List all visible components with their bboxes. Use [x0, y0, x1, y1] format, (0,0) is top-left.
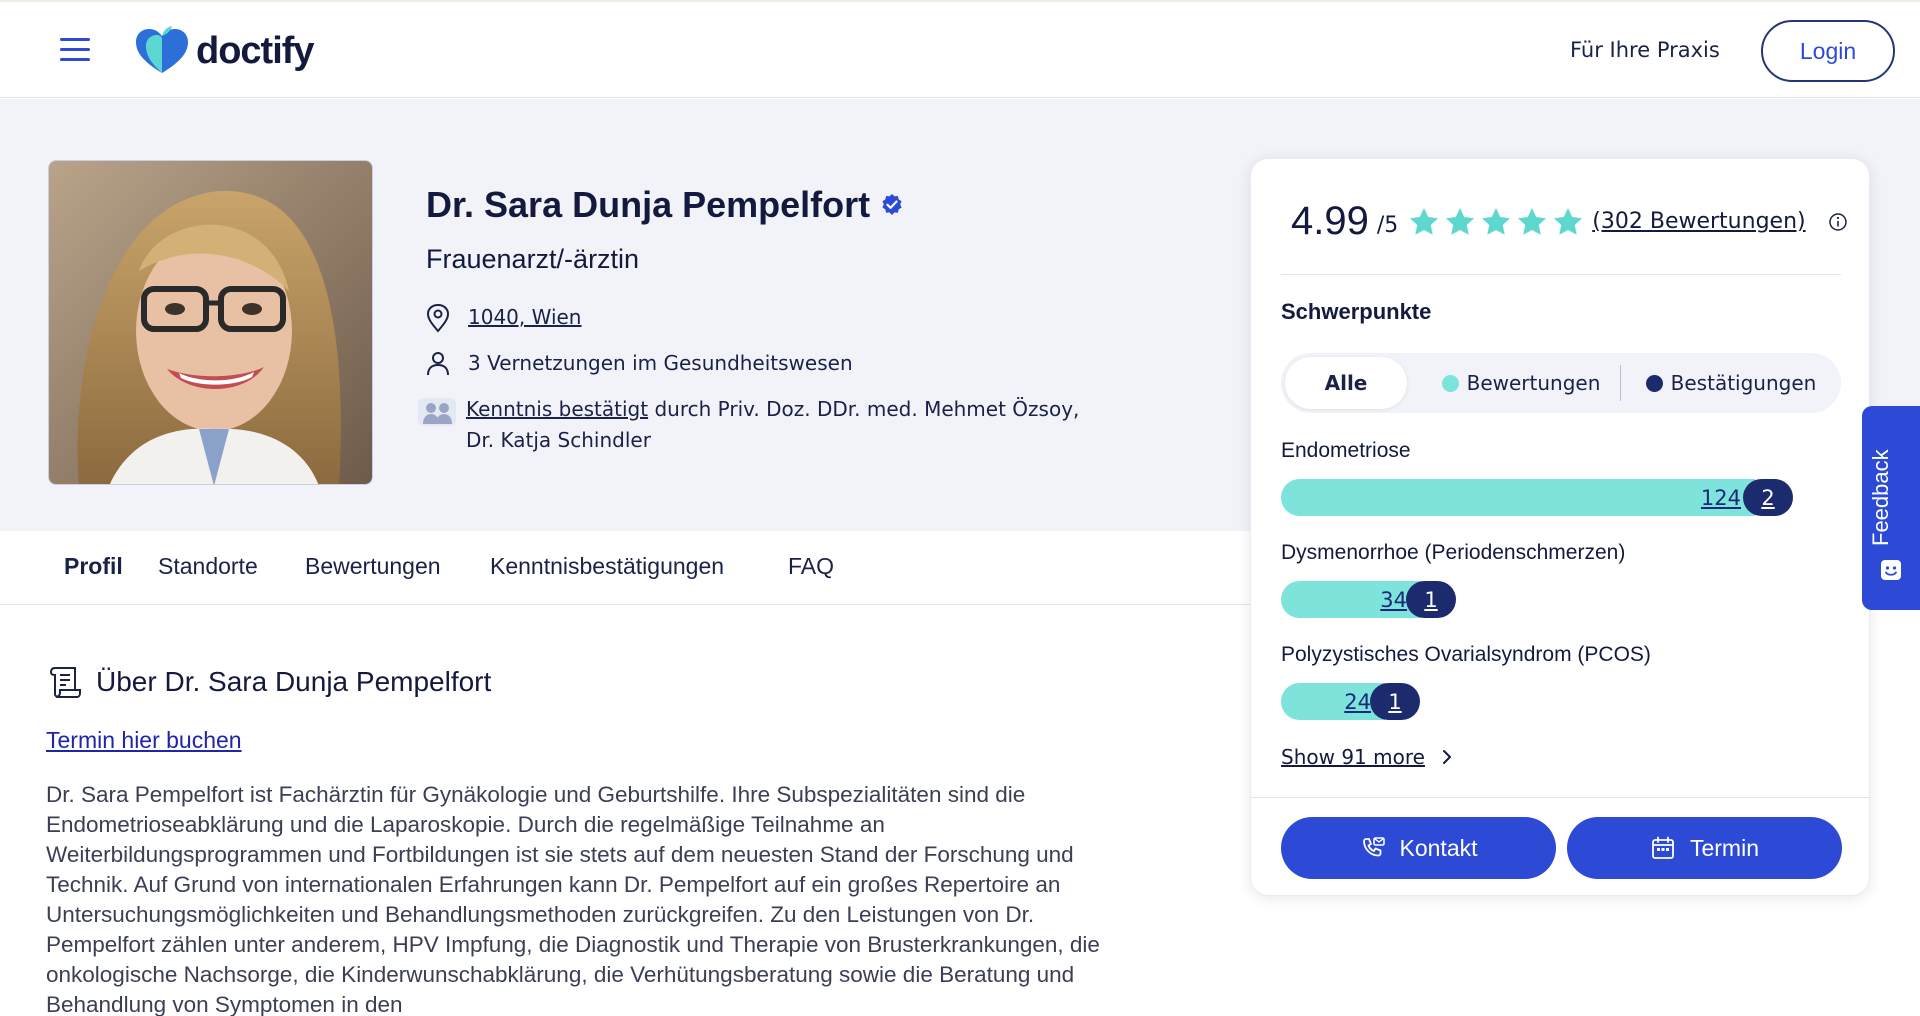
card-footer-divider — [1251, 797, 1871, 798]
star-icon — [1518, 207, 1547, 235]
top-header: doctify Für Ihre Praxis Login — [0, 0, 1920, 98]
feedback-label: Feedback — [1868, 449, 1893, 546]
logo-wordmark: doctify — [196, 29, 315, 72]
star-icon — [1410, 207, 1439, 235]
calendar-icon — [1652, 836, 1674, 859]
focus-filter-toggle: Alle Bewertungen Bestätigungen — [1281, 353, 1841, 413]
focus-bar-endometriose: 124 2 — [1281, 479, 1793, 516]
tab-kenntnisbestaetigungen[interactable]: Kenntnisbestätigungen — [490, 553, 724, 580]
person-icon — [427, 352, 449, 376]
confirmations-count[interactable]: 2 — [1743, 479, 1793, 516]
rating-scale: /5 — [1376, 213, 1399, 238]
star-icon — [1554, 207, 1583, 235]
filter-all[interactable]: Alle — [1285, 357, 1407, 409]
contact-button[interactable]: Kontakt — [1281, 817, 1556, 879]
portrait-image — [49, 161, 372, 484]
reviews-count[interactable]: 124 — [1281, 479, 1755, 516]
focus-label-endometriose: Endometriose — [1281, 439, 1411, 462]
show-more-link[interactable]: Show 91 more — [1281, 745, 1455, 769]
focus-bar-dysmenorrhoe: 34 1 — [1281, 581, 1456, 618]
tab-profil[interactable]: Profil — [64, 553, 123, 580]
verified-badge-icon — [882, 194, 902, 215]
location-link[interactable]: 1040, Wien — [468, 302, 582, 333]
endorsement-text: Kenntnis bestätigt durch Priv. Doz. DDr.… — [466, 397, 1080, 452]
for-practice-link[interactable]: Für Ihre Praxis — [1570, 38, 1720, 62]
card-divider — [1281, 274, 1841, 275]
rating-card: 4.99 /5 (302 Bewertungen) Schwerpunkte A… — [1250, 158, 1871, 896]
doctor-name: Dr. Sara Dunja Pempelfort — [426, 184, 904, 226]
doctor-specialty: Frauenarzt/-ärztin — [426, 244, 640, 274]
location-row: 1040, Wien — [422, 302, 582, 334]
doctor-photo — [48, 160, 373, 485]
endorsers-avatars-icon — [418, 398, 456, 426]
filter-separator — [1620, 365, 1621, 401]
location-pin-icon — [426, 303, 450, 333]
login-button[interactable]: Login — [1761, 20, 1895, 82]
rating-summary: 4.99 /5 (302 Bewertungen) — [1291, 199, 1848, 244]
confirmations-count[interactable]: 1 — [1370, 683, 1420, 720]
chevron-right-icon — [1442, 750, 1451, 764]
focus-bar-pcos: 24 1 — [1281, 683, 1420, 720]
focus-label-pcos: Polyzystisches Ovarialsyndrom (PCOS) — [1281, 643, 1651, 666]
confirmations-count[interactable]: 1 — [1406, 581, 1456, 618]
connections-text: 3 Vernetzungen im Gesundheitswesen — [468, 351, 853, 375]
book-appointment-link[interactable]: Termin hier buchen — [46, 727, 242, 754]
feedback-tab[interactable]: Feedback — [1862, 406, 1920, 610]
doctify-logo[interactable]: doctify — [134, 26, 315, 76]
connections-row: 3 Vernetzungen im Gesundheitswesen — [422, 348, 853, 380]
reviews-dot-icon — [1441, 374, 1459, 392]
tab-faq[interactable]: FAQ — [788, 553, 834, 580]
star-icon — [1482, 207, 1511, 235]
about-heading: Über Dr. Sara Dunja Pempelfort — [46, 664, 491, 700]
star-rating — [1408, 206, 1588, 238]
document-scroll-icon — [49, 667, 81, 698]
tab-standorte[interactable]: Standorte — [158, 553, 258, 580]
about-description: Dr. Sara Pempelfort ist Fachärztin für G… — [46, 782, 1100, 1016]
rating-score: 4.99 — [1291, 199, 1369, 243]
phone-chat-icon — [1362, 837, 1385, 857]
endorsement-row: Kenntnis bestätigt durch Priv. Doz. DDr.… — [418, 394, 1102, 456]
smiley-chat-icon — [1881, 560, 1901, 580]
confirmations-dot-icon — [1645, 374, 1663, 392]
filter-confirmations[interactable]: Bestätigungen — [1631, 357, 1831, 409]
menu-icon[interactable] — [60, 38, 92, 62]
heart-logo-icon — [136, 26, 188, 73]
profile-tabs: Profil Standorte Bewertungen Kenntnisbes… — [0, 531, 1250, 605]
info-icon[interactable] — [1828, 212, 1848, 232]
filter-reviews[interactable]: Bewertungen — [1431, 357, 1611, 409]
appointment-button[interactable]: Termin — [1567, 817, 1842, 879]
reviews-count-link[interactable]: (302 Bewertungen) — [1592, 209, 1805, 234]
focus-label-dysmenorrhoe: Dysmenorrhoe (Periodenschmerzen) — [1281, 541, 1626, 564]
reviews-count[interactable]: 34 — [1281, 581, 1421, 618]
focus-areas-title: Schwerpunkte — [1281, 299, 1432, 324]
tab-bewertungen[interactable]: Bewertungen — [305, 553, 441, 580]
endorsement-link[interactable]: Kenntnis bestätigt — [466, 397, 648, 421]
star-icon — [1446, 207, 1475, 235]
